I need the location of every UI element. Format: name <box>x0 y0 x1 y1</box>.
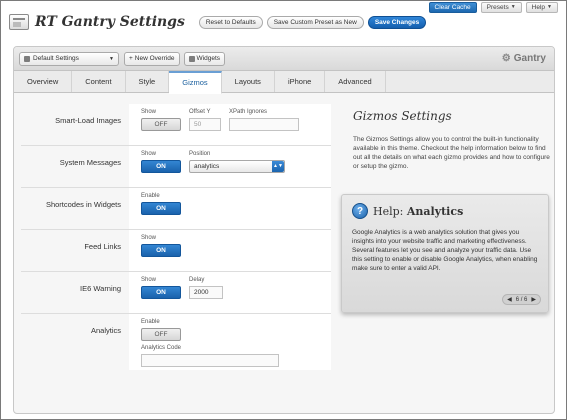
shortcodes-toggle[interactable]: ON <box>141 202 181 215</box>
delay-input[interactable]: 2000 <box>189 286 223 299</box>
widgets-icon <box>188 55 195 62</box>
setting-label: Shortcodes in Widgets <box>45 200 121 209</box>
smartload-toggle[interactable]: OFF <box>141 118 181 131</box>
page-title: RT Gantry Settings <box>35 14 185 30</box>
setting-controls: Enable ON <box>129 188 331 229</box>
preset-icon <box>24 55 30 62</box>
preset-select-value: Default Settings <box>33 55 79 62</box>
setting-label: Feed Links <box>84 242 121 251</box>
chevron-updown-icon: ▲▼ <box>272 161 284 172</box>
new-override-label: New Override <box>134 55 175 62</box>
ie6-warning-toggle[interactable]: ON <box>141 286 181 299</box>
offset-y-input[interactable]: 50 <box>189 118 221 131</box>
field-label: Show <box>141 235 157 241</box>
help-header: ? Help: Analytics <box>352 203 538 219</box>
field-label: XPath Ignores <box>229 109 268 115</box>
settings-page-icon <box>9 14 29 30</box>
setting-controls: Show ON Position analytics ▲▼ <box>129 146 331 187</box>
sidebar-description: The Gizmos Settings allow you to control… <box>353 136 550 170</box>
gear-icon: ⚙ <box>501 53 511 64</box>
setting-row-analytics: Analytics Enable OFF Analytics Code <box>21 314 331 370</box>
help-topic: Analytics <box>406 204 464 218</box>
next-arrow-icon[interactable]: ▶ <box>531 296 536 303</box>
field-label: Show <box>141 109 157 115</box>
tab-gizmos[interactable]: Gizmos <box>169 71 222 94</box>
analytics-toggle[interactable]: OFF <box>141 328 181 341</box>
setting-label: IE6 Warning <box>80 284 121 293</box>
tab-overview[interactable]: Overview <box>14 71 73 92</box>
setting-label: Analytics <box>90 326 121 335</box>
setting-row-feed-links: Feed Links Show ON <box>21 230 331 272</box>
setting-row-shortcodes: Shortcodes in Widgets Enable ON <box>21 188 331 230</box>
tab-bar: Overview Content Style Gizmos Layouts iP… <box>14 71 554 94</box>
app-window: Clear Cache Presets ▼ Help ▼ RT Gantry Set… <box>0 0 567 420</box>
setting-controls: Show OFF Offset Y 50 XPath Ignores <box>129 104 331 145</box>
field-label: Show <box>141 277 157 283</box>
brand-label: Gantry <box>513 53 546 64</box>
pager-label: 6 / 6 <box>515 296 528 303</box>
reset-defaults-button[interactable]: Reset to Defaults <box>198 15 263 29</box>
save-changes-button[interactable]: Save Changes <box>367 15 427 29</box>
tab-advanced[interactable]: Advanced <box>325 71 386 92</box>
field-label: Offset Y <box>189 109 211 115</box>
tab-iphone[interactable]: iPhone <box>275 71 326 92</box>
field-label: Analytics Code <box>141 345 182 351</box>
tab-layouts[interactable]: Layouts <box>222 71 275 92</box>
sidebar-info: Gizmos Settings The Gizmos Settings allo… <box>353 109 551 171</box>
save-preset-button[interactable]: Save Custom Preset as New <box>266 15 364 29</box>
field-label: Enable <box>141 193 160 199</box>
tab-style[interactable]: Style <box>126 71 170 92</box>
setting-label: Smart-Load Images <box>55 116 121 125</box>
setting-controls: Show ON Delay 2000 <box>129 272 331 313</box>
setting-row-system-messages: System Messages Show ON Position analyti… <box>21 146 331 188</box>
widgets-label: Widgets <box>196 55 221 62</box>
setting-controls: Enable OFF Analytics Code <box>129 314 331 370</box>
field-label: Delay <box>189 277 205 283</box>
question-icon: ? <box>352 203 368 219</box>
sidebar-title: Gizmos Settings <box>353 109 452 123</box>
gantry-logo: ⚙ Gantry <box>502 53 546 64</box>
xpath-ignores-input[interactable] <box>229 118 299 131</box>
help-title: Help: Analytics <box>373 205 463 218</box>
setting-row-ie6-warning: IE6 Warning Show ON Delay 2000 <box>21 272 331 314</box>
help-pager: ◀ 6 / 6 ▶ <box>502 294 541 305</box>
page-header: RT Gantry Settings Reset to Defaults Sav… <box>9 11 558 33</box>
field-label: Show <box>141 151 157 157</box>
tab-content[interactable]: Content <box>72 71 126 92</box>
settings-list: Smart-Load Images Show OFF Offset Y 50 X… <box>21 104 331 370</box>
plus-icon: + <box>129 55 133 62</box>
prev-arrow-icon[interactable]: ◀ <box>507 296 512 303</box>
help-prefix: Help: <box>373 204 404 218</box>
system-messages-toggle[interactable]: ON <box>141 160 181 173</box>
help-text: Google Analytics is a web analytics solu… <box>352 229 538 272</box>
position-select[interactable]: analytics ▲▼ <box>189 160 285 173</box>
panel-toolbar: Default Settings ▼ + New Override Widget… <box>14 47 554 71</box>
preset-select[interactable]: Default Settings ▼ <box>19 51 119 66</box>
setting-label: System Messages <box>59 158 121 167</box>
position-select-value: analytics <box>194 163 220 170</box>
analytics-code-input[interactable] <box>141 354 279 367</box>
chevron-down-icon: ▼ <box>109 55 114 62</box>
setting-controls: Show ON <box>129 230 331 271</box>
help-box: ? Help: Analytics Google Analytics is a … <box>341 194 549 313</box>
setting-row-smartload: Smart-Load Images Show OFF Offset Y 50 X… <box>21 104 331 146</box>
new-override-button[interactable]: + New Override <box>124 51 180 66</box>
widgets-button[interactable]: Widgets <box>183 51 226 66</box>
field-label: Enable <box>141 319 160 325</box>
field-label: Position <box>189 151 211 157</box>
feed-links-toggle[interactable]: ON <box>141 244 181 257</box>
